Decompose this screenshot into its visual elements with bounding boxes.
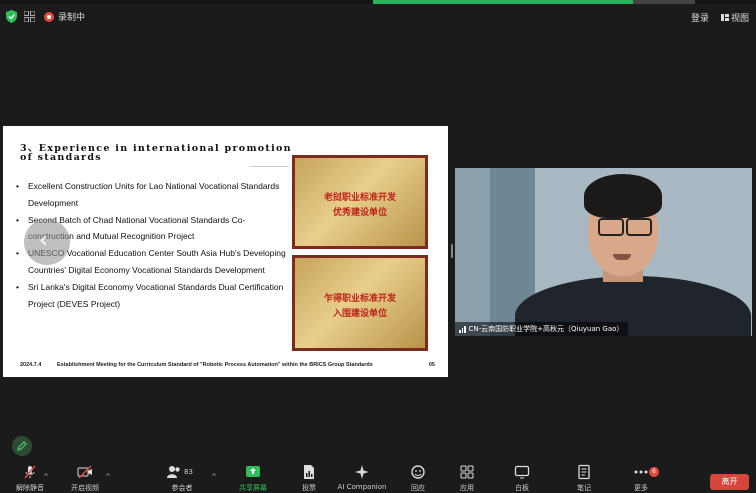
participant-figure xyxy=(598,218,624,236)
video-options-caret[interactable]: ^ xyxy=(105,473,111,481)
ai-companion-label: AI Companion xyxy=(337,483,387,491)
award-plaque-bottom: 乍得职业标准开发 入围建设单位 xyxy=(292,255,428,351)
recording-label: 录制中 xyxy=(58,13,86,23)
view-button[interactable]: 视图 xyxy=(721,11,749,24)
list-item: Sri Lanka's Digital Economy Vocational S… xyxy=(16,279,288,313)
plaque-main-line1: 老挝职业标准开发 xyxy=(323,193,396,203)
more-button[interactable]: 更多 xyxy=(611,464,671,493)
ai-companion-button[interactable]: AI Companion xyxy=(332,464,392,491)
unmute-button[interactable]: 解除静音 xyxy=(0,464,60,493)
microphone-muted-icon xyxy=(24,465,36,479)
sharing-indicator-tail xyxy=(633,0,695,4)
shield-icon[interactable] xyxy=(6,10,17,23)
emoji-icon xyxy=(411,465,425,479)
top-status-strip xyxy=(0,0,756,4)
login-button[interactable]: 登录 xyxy=(691,11,709,24)
participant-figure xyxy=(584,174,662,218)
slide-footer: 2024.7.4 Establishment Meeting for the C… xyxy=(20,362,435,368)
record-icon xyxy=(44,11,54,22)
participants-button[interactable]: 83 参会者 xyxy=(152,464,212,493)
participants-options-caret[interactable]: ^ xyxy=(211,473,217,481)
title-divider xyxy=(249,166,289,167)
signal-strength-icon xyxy=(459,325,466,333)
meeting-topbar: 录制中 登录 视图 xyxy=(0,6,756,28)
plaque-main-line1: 乍得职业标准开发 xyxy=(323,294,396,304)
meeting-toolbar: 解除静音 ^ 开启视频 ^ 83 参会者 ^ 共享屏幕 投票 AI Compan… xyxy=(0,462,756,492)
leave-button[interactable]: 离开 xyxy=(710,474,749,490)
participant-name: CN-云南国防职业学院+高秋元（Qiuyuan Gao） xyxy=(468,325,624,333)
award-plaque-top: 老挝职业标准开发 优秀建设单位 xyxy=(292,155,428,249)
apps-icon xyxy=(460,465,474,479)
slide-title: 3、Experience in international promotion … xyxy=(20,143,292,163)
footer-text: Establishment Meeting for the Curriculum… xyxy=(57,362,373,368)
grid-icon[interactable] xyxy=(24,11,35,22)
notes-icon xyxy=(578,464,590,480)
view-label: 视图 xyxy=(731,14,750,24)
annotate-button[interactable] xyxy=(12,436,32,456)
participant-figure xyxy=(626,218,652,236)
polls-button[interactable]: 投票 xyxy=(279,464,339,493)
view-icon xyxy=(721,14,729,21)
previous-slide-button[interactable]: ‹ xyxy=(24,219,70,265)
whiteboard-icon xyxy=(514,465,530,479)
poll-icon xyxy=(304,465,314,479)
share-screen-button[interactable]: 共享屏幕 xyxy=(223,464,283,493)
share-screen-icon xyxy=(246,466,260,477)
more-icon xyxy=(634,470,648,474)
panel-resize-handle[interactable] xyxy=(451,244,453,258)
sharing-indicator-bar[interactable] xyxy=(373,0,633,4)
audio-options-caret[interactable]: ^ xyxy=(43,473,49,481)
page-number: 05 xyxy=(428,362,435,368)
plaque-main-line2: 优秀建设单位 xyxy=(332,208,387,218)
pencil-icon xyxy=(17,441,27,451)
participants-icon xyxy=(167,466,180,478)
whiteboard-button[interactable]: 白板 xyxy=(492,464,552,493)
chevron-left-icon: ‹ xyxy=(39,228,48,253)
footer-date: 2024.7.4 xyxy=(20,362,42,368)
participant-name-label: CN-云南国防职业学院+高秋元（Qiuyuan Gao） xyxy=(455,322,629,336)
plaque-main-line2: 入围建设单位 xyxy=(332,309,387,319)
shared-screen-slide: 3、Experience in international promotion … xyxy=(3,126,448,377)
apps-button[interactable]: 应用 xyxy=(437,464,497,493)
participant-video[interactable]: CN-云南国防职业学院+高秋元（Qiuyuan Gao） xyxy=(455,168,752,336)
list-item: Excellent Construction Units for Lao Nat… xyxy=(16,178,288,212)
recording-indicator[interactable]: 录制中 xyxy=(44,10,85,23)
notes-button[interactable]: 笔记 xyxy=(554,464,614,493)
participant-count: 83 xyxy=(184,468,193,476)
more-notification-badge: 6 xyxy=(649,467,659,477)
sparkle-icon xyxy=(355,465,369,479)
participants-icon-group: 83 xyxy=(166,464,198,480)
video-camera-off-icon xyxy=(77,465,92,479)
